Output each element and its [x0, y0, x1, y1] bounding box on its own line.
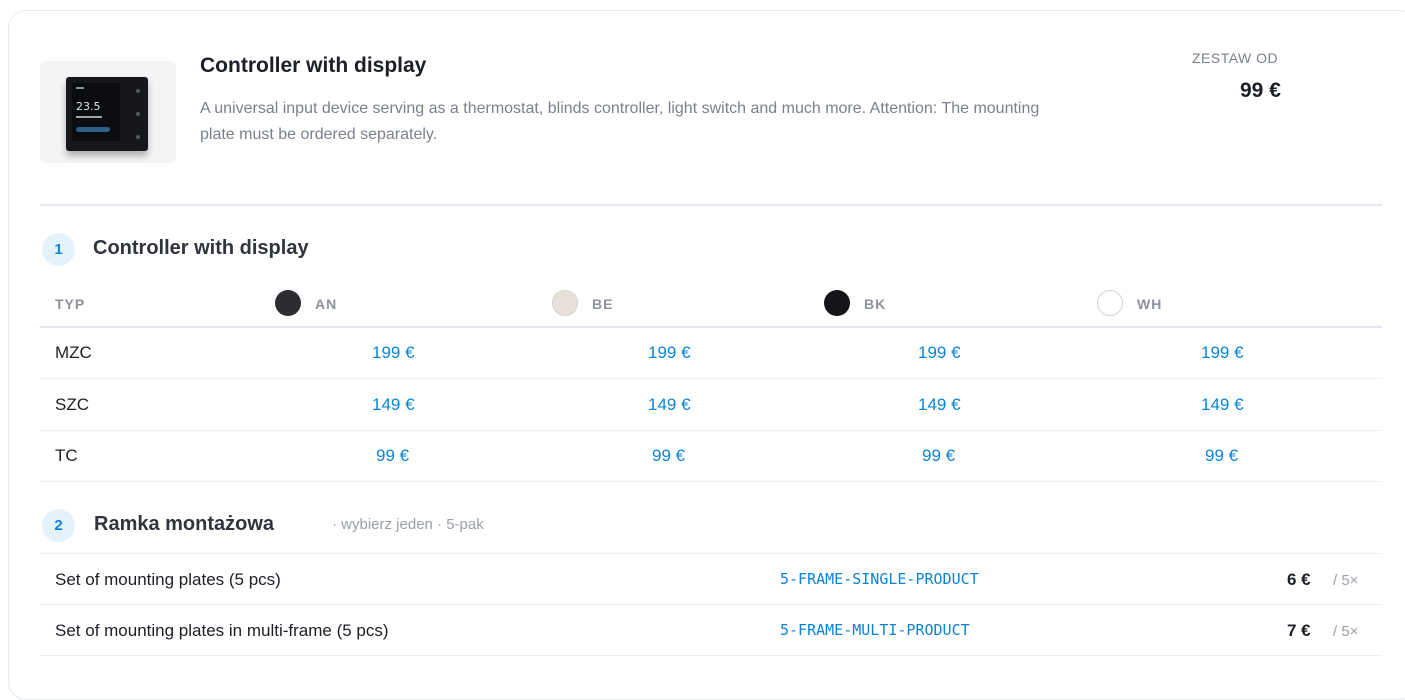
- row-divider: [40, 553, 1382, 554]
- price-tc-wh[interactable]: 99 €: [1205, 446, 1238, 466]
- row-divider: [40, 604, 1382, 605]
- color-swatch-an: [275, 290, 301, 316]
- price-mzc-bk[interactable]: 199 €: [918, 343, 961, 363]
- plate-name-single: Set of mounting plates (5 pcs): [55, 570, 281, 589]
- plate-qty-multi: / 5×: [1333, 623, 1359, 640]
- color-swatch-be: [552, 290, 578, 316]
- row-type-mzc: MZC: [55, 343, 92, 362]
- price-mzc-wh[interactable]: 199 €: [1201, 343, 1244, 363]
- price-szc-be[interactable]: 149 €: [648, 395, 691, 415]
- plate-sku-multi[interactable]: 5-FRAME-MULTI-PRODUCT: [780, 621, 970, 639]
- color-swatch-wh: [1097, 290, 1123, 316]
- price-mzc-be[interactable]: 199 €: [648, 343, 691, 363]
- price-tc-be[interactable]: 99 €: [652, 446, 685, 466]
- row-type-tc: TC: [55, 446, 78, 465]
- plate-qty-single: / 5×: [1333, 572, 1359, 589]
- row-divider: [40, 655, 1382, 656]
- price-szc-an[interactable]: 149 €: [372, 395, 415, 415]
- table-header-line: [40, 326, 1382, 328]
- section-subtitle: · wybierz jeden · 5-pak: [332, 516, 484, 533]
- set-from-price: 99 €: [1240, 79, 1281, 102]
- step-badge-1: 1: [42, 233, 75, 266]
- row-divider: [40, 430, 1382, 431]
- section-title-controller: Controller with display: [93, 237, 309, 259]
- price-mzc-an[interactable]: 199 €: [372, 343, 415, 363]
- row-type-szc: SZC: [55, 395, 89, 414]
- type-column-header: TYP: [55, 296, 86, 312]
- header-divider: [40, 204, 1382, 206]
- color-header-an: AN: [315, 296, 338, 312]
- color-swatch-bk: [824, 290, 850, 316]
- price-tc-an[interactable]: 99 €: [376, 446, 409, 466]
- plate-sku-single[interactable]: 5-FRAME-SINGLE-PRODUCT: [780, 570, 979, 588]
- plate-price-multi: 7 €: [1287, 621, 1311, 640]
- price-tc-bk[interactable]: 99 €: [922, 446, 955, 466]
- product-thumbnail: 23.5: [40, 61, 176, 163]
- product-title: Controller with display: [200, 54, 427, 77]
- controller-device-image: 23.5: [66, 77, 148, 151]
- row-divider: [40, 481, 1382, 482]
- set-from-label: ZESTAW OD: [1192, 50, 1279, 66]
- price-szc-wh[interactable]: 149 €: [1201, 395, 1244, 415]
- price-szc-bk[interactable]: 149 €: [918, 395, 961, 415]
- plate-name-multi: Set of mounting plates in multi-frame (5…: [55, 621, 389, 640]
- color-header-be: BE: [592, 296, 614, 312]
- color-header-wh: WH: [1137, 296, 1163, 312]
- row-divider: [40, 378, 1382, 379]
- plate-price-single: 6 €: [1287, 570, 1311, 589]
- step-badge-2: 2: [42, 509, 75, 542]
- section-title-mounting-frame: Ramka montażowa: [94, 513, 275, 535]
- color-header-bk: BK: [864, 296, 887, 312]
- product-description: A universal input device serving as a th…: [200, 100, 1040, 143]
